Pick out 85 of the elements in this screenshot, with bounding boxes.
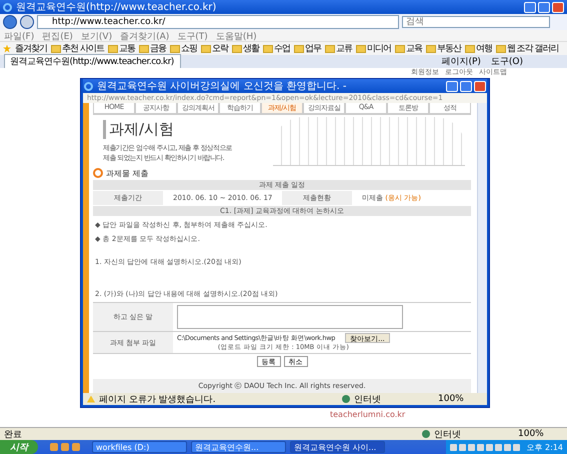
favorites-link[interactable]: 교육 <box>394 42 422 55</box>
folder-icon <box>496 44 506 52</box>
site-link[interactable]: teacherlumni.co.kr <box>330 410 406 419</box>
folder-icon <box>426 44 436 52</box>
favorites-link[interactable]: 생활 <box>232 42 259 55</box>
zoom-button[interactable]: 100% <box>438 394 483 404</box>
link-label: 업무 <box>304 43 321 55</box>
taskbar-button[interactable]: 원격교육연수원... <box>191 441 286 453</box>
status-text: 완료 <box>4 428 23 440</box>
scrollbar[interactable] <box>477 103 487 393</box>
forward-button[interactable] <box>20 15 34 29</box>
folder-icon <box>356 44 366 52</box>
favorites-link[interactable]: 추천 사이트 <box>51 42 104 55</box>
address-field[interactable]: http://www.teacher.co.kr/ <box>37 15 399 29</box>
favorites-link[interactable]: 부동산 <box>426 42 461 55</box>
toolbar-menu[interactable]: 페이지(P) <box>441 55 481 68</box>
link-label: 교육 <box>406 43 422 55</box>
globe-icon <box>422 430 430 438</box>
menu-item[interactable]: 파일(F) <box>4 30 34 41</box>
menu-item[interactable]: 도움말(H) <box>216 30 257 41</box>
favorites-link[interactable]: 수업 <box>262 42 290 55</box>
folder-icon <box>170 44 180 52</box>
menu-item[interactable]: 편집(E) <box>42 30 73 41</box>
favorites-link[interactable]: 오락 <box>200 42 228 55</box>
close-button[interactable] <box>552 2 564 12</box>
back-button[interactable] <box>3 15 17 29</box>
folder-icon <box>200 44 211 52</box>
toolbar-menu[interactable]: 도구(O) <box>490 55 523 68</box>
favorites-link[interactable]: 업무 <box>294 42 321 55</box>
folder-icon <box>108 44 118 52</box>
link-label: 오락 <box>212 43 228 55</box>
link-label: 웹 조각 갤러리 <box>506 43 559 55</box>
menu-item[interactable]: 즐겨찾기(A) <box>120 30 170 41</box>
browser-tab[interactable]: 원격교육연수원(http://www.teacher.co.kr) <box>4 54 181 68</box>
clock-text: 오후 2:14 <box>526 442 563 452</box>
window-title: 원격교육연수원 사이버강의실에 오신것을 환영합니다. - <box>97 80 348 93</box>
zoom-button[interactable]: 100% <box>518 429 563 439</box>
window-title: 원격교육연수원(http://www.teacher.co.kr) <box>16 1 218 14</box>
favorites-link[interactable]: 교류 <box>324 42 352 55</box>
browser-icon <box>3 2 12 12</box>
start-button[interactable]: 시작 <box>0 440 38 454</box>
link-label: 부동산 <box>436 43 461 55</box>
link-label: 수업 <box>274 43 290 55</box>
folder-icon <box>294 44 304 52</box>
section-title: 과제물 제출 <box>106 168 149 178</box>
folder-icon <box>464 44 475 52</box>
folder-icon <box>232 44 242 52</box>
link-label: 교통 <box>118 43 135 55</box>
maximize-button[interactable] <box>538 2 550 12</box>
favorites-button[interactable]: 즐겨찾기 <box>15 42 47 55</box>
link-label: 추천 사이트 <box>62 43 104 55</box>
search-field[interactable]: 검색 <box>402 16 550 28</box>
maximize-button[interactable] <box>460 80 472 92</box>
folder-icon <box>262 44 273 52</box>
zone-text: 인터넷 <box>434 428 462 440</box>
link-label: 쇼핑 <box>180 43 197 55</box>
browser-icon <box>84 82 93 90</box>
taskbar-button[interactable]: workfiles (D:) <box>92 441 187 453</box>
favorites-link[interactable]: 교통 <box>108 42 135 55</box>
taskbar-button[interactable]: 원격교육연수원 사이... <box>290 441 385 453</box>
globe-icon <box>342 395 350 403</box>
folder-icon <box>394 44 405 52</box>
link-label: 금융 <box>150 43 166 55</box>
circle-icon <box>93 168 103 178</box>
message-field[interactable] <box>177 305 403 329</box>
warning-icon <box>87 396 95 402</box>
zone-text: 인터넷 <box>354 394 382 406</box>
favorites-link[interactable]: 쇼핑 <box>170 42 197 55</box>
menu-item[interactable]: 보기(V) <box>80 30 112 41</box>
minimize-button[interactable] <box>524 2 536 12</box>
link-label: 생활 <box>242 43 259 55</box>
status-text: 페이지 오류가 발생했습니다. <box>99 394 217 406</box>
menu-item[interactable]: 도구(T) <box>177 30 208 41</box>
link-label: 여행 <box>476 43 492 55</box>
folder-icon <box>324 44 335 52</box>
favorites-link[interactable]: 미디어 <box>356 42 391 55</box>
close-button[interactable] <box>474 80 486 92</box>
favorites-link[interactable]: 여행 <box>464 42 492 55</box>
link-label: 미디어 <box>366 43 391 55</box>
minimize-button[interactable] <box>446 80 458 92</box>
folder-icon <box>51 44 61 52</box>
folder-icon <box>138 44 149 52</box>
link-label: 교류 <box>336 43 352 55</box>
favorites-link[interactable]: 웹 조각 갤러리 <box>496 42 559 55</box>
favorites-link[interactable]: 금융 <box>138 42 166 55</box>
